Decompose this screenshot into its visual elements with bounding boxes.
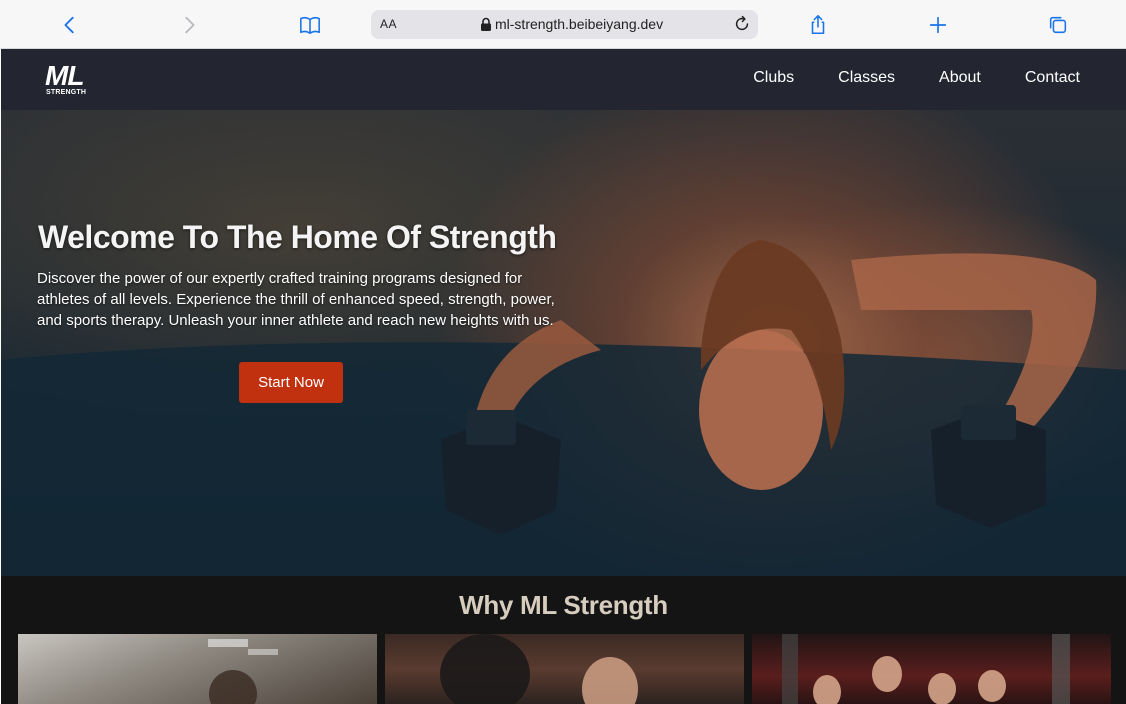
nav-link-about[interactable]: About bbox=[939, 69, 981, 87]
reload-icon[interactable] bbox=[732, 14, 752, 34]
hero-section: Welcome To The Home Of Strength Discover… bbox=[1, 110, 1126, 576]
logo-main-text: ML bbox=[45, 60, 84, 91]
feature-card-image-2[interactable] bbox=[385, 634, 744, 704]
forward-chevron-icon[interactable] bbox=[175, 11, 203, 39]
share-icon[interactable] bbox=[804, 11, 832, 39]
why-section-title: Why ML Strength bbox=[459, 590, 668, 620]
lock-icon bbox=[481, 17, 491, 31]
logo-sub-text: STRENGTH bbox=[46, 89, 87, 96]
ml-strength-logo[interactable]: ML STRENGTH bbox=[45, 62, 93, 98]
back-chevron-icon[interactable] bbox=[56, 11, 84, 39]
hero-description: Discover the power of our expertly craft… bbox=[37, 270, 555, 329]
nav-link-clubs[interactable]: Clubs bbox=[753, 69, 794, 87]
nav-link-classes[interactable]: Classes bbox=[838, 69, 895, 87]
hero-background-image bbox=[1, 240, 1126, 576]
hero-title: Welcome To The Home Of Strength bbox=[38, 219, 557, 255]
why-section: Why ML Strength bbox=[1, 576, 1126, 704]
bookmarks-book-icon[interactable] bbox=[296, 11, 324, 39]
tabs-overview-icon[interactable] bbox=[1044, 11, 1072, 39]
feature-card-image-1[interactable] bbox=[18, 634, 377, 704]
url-text: ml-strength.beibeiyang.dev bbox=[495, 16, 664, 32]
browser-toolbar: AA ml-strength.beibeiyang.dev bbox=[0, 0, 1126, 49]
feature-card-image-3[interactable] bbox=[752, 634, 1111, 704]
new-tab-plus-icon[interactable] bbox=[924, 11, 952, 39]
group-class-image bbox=[782, 634, 1070, 704]
text-size-button[interactable]: AA bbox=[380, 17, 397, 31]
nav-link-contact[interactable]: Contact bbox=[1025, 69, 1080, 87]
gym-interior-image bbox=[208, 639, 278, 704]
nav-links: Clubs Classes About Contact bbox=[709, 69, 1080, 87]
start-now-button[interactable]: Start Now bbox=[239, 362, 343, 403]
trainer-smiling-image bbox=[440, 634, 638, 704]
address-bar[interactable]: AA ml-strength.beibeiyang.dev bbox=[371, 10, 758, 39]
site-navbar: ML STRENGTH Clubs Classes About Contact bbox=[1, 49, 1126, 110]
